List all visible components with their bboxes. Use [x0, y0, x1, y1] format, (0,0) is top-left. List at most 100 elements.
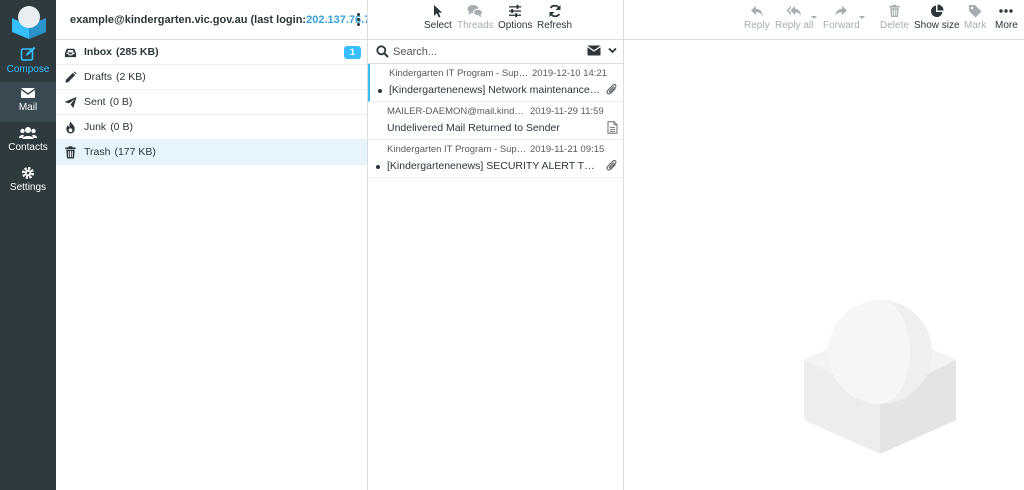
message-list-panel: Select Threads Options Refresh Search...…: [368, 0, 624, 490]
show-size-button[interactable]: Show size: [914, 4, 960, 31]
settings-button[interactable]: Settings: [0, 162, 56, 202]
mail-label: Mail: [18, 102, 38, 113]
unread-badge: 1: [343, 46, 361, 59]
account-menu-icon[interactable]: [355, 13, 361, 27]
comments-icon: [467, 5, 484, 18]
paperclip-icon: [606, 159, 617, 171]
sliders-icon: [509, 4, 522, 18]
list-toolbar: Select Threads Options Refresh: [368, 0, 623, 40]
reply-button[interactable]: Reply: [744, 4, 770, 31]
folder-junk[interactable]: Junk (0 B): [56, 115, 367, 140]
folder-name: Sent: [84, 96, 106, 108]
unread-dot: [378, 89, 382, 93]
ellipsis-icon: [999, 9, 1014, 13]
message-from: Kindergarten IT Program - Suppor...: [387, 144, 527, 155]
delete-button[interactable]: Delete: [880, 4, 909, 31]
search-bar: [368, 40, 623, 64]
forward-icon: [835, 6, 848, 16]
mark-label: Mark: [964, 20, 987, 31]
paperclip-icon: [606, 83, 617, 95]
folder-name: Drafts: [84, 71, 113, 83]
tag-icon: [969, 5, 982, 18]
search-input[interactable]: [393, 45, 563, 58]
contacts-button[interactable]: Contacts: [0, 122, 56, 162]
contacts-label: Contacts: [8, 142, 48, 153]
message-subject: Undelivered Mail Returned to Sender: [387, 122, 560, 134]
folder-size: (177 KB): [114, 146, 156, 158]
pie-chart-icon: [930, 4, 944, 18]
folder-size: (0 B): [109, 96, 133, 108]
inbox-icon: [64, 48, 77, 57]
folder-name: Trash: [84, 146, 111, 158]
folder-drafts[interactable]: Drafts (2 KB): [56, 65, 367, 90]
compose-button[interactable]: Compose: [0, 42, 56, 82]
settings-label: Settings: [9, 182, 47, 193]
message-row[interactable]: MAILER-DAEMON@mail.kindergar... 2019-11-…: [368, 102, 623, 140]
refresh-label: Refresh: [537, 20, 573, 31]
folder-panel: example@kindergarten.vic.gov.au (last lo…: [56, 0, 368, 490]
message-toolbar: Reply Reply all Forward Delete Show size…: [624, 0, 1024, 40]
more-label: More: [995, 20, 1018, 31]
message-subject: [Kindergartenenews] Network maintenance …: [389, 84, 601, 96]
account-email: example@kindergarten.vic.gov.au (last lo…: [70, 13, 307, 26]
document-icon: [607, 121, 618, 134]
options-label: Options: [498, 20, 533, 31]
reply-all-icon: [786, 6, 802, 16]
forward-button[interactable]: Forward: [823, 4, 860, 31]
folder-size: (0 B): [110, 121, 133, 133]
trash-icon: [889, 4, 900, 18]
reply-icon: [750, 6, 763, 16]
refresh-icon: [549, 4, 560, 18]
message-from: MAILER-DAEMON@mail.kindergar...: [387, 106, 527, 117]
pencil-icon: [65, 70, 77, 83]
message-date: 2019-12-10 14:21: [532, 68, 608, 79]
folder-name: Junk: [84, 121, 107, 133]
folder-inbox[interactable]: Inbox (285 KB) 1: [56, 40, 367, 65]
mark-button[interactable]: Mark: [964, 4, 986, 31]
message-row[interactable]: Kindergarten IT Program - Suppor... 2019…: [368, 64, 623, 102]
taskbar: Compose Mail Contacts Settings: [0, 0, 56, 490]
cursor-icon: [433, 5, 443, 18]
compose-icon: [20, 46, 36, 61]
options-button[interactable]: Options: [498, 4, 532, 31]
search-icon: [376, 45, 389, 58]
mail-button[interactable]: Mail: [0, 82, 56, 122]
folder-size: (285 KB): [116, 46, 159, 58]
folder-size: (2 KB): [116, 71, 146, 83]
reply-all-label: Reply all: [775, 20, 814, 31]
fire-icon: [66, 120, 75, 134]
roundcube-logo: [12, 6, 46, 39]
envelope-filter-icon[interactable]: [587, 45, 601, 56]
message-date: 2019-11-21 09:15: [530, 144, 605, 155]
chevron-down-icon[interactable]: [608, 47, 617, 54]
message-from: Kindergarten IT Program - Suppor...: [389, 68, 529, 79]
compose-label: Compose: [6, 64, 50, 75]
envelope-icon: [20, 88, 36, 98]
reply-all-button[interactable]: Reply all: [775, 4, 813, 31]
unread-dot: [376, 165, 380, 169]
folder-name: Inbox: [84, 46, 112, 58]
reply-all-dropdown-icon[interactable]: [811, 16, 817, 19]
reply-label: Reply: [744, 20, 770, 31]
refresh-button[interactable]: Refresh: [537, 4, 572, 31]
forward-dropdown-icon[interactable]: [859, 16, 865, 19]
message-subject: [Kindergartenenews] SECURITY ALERT Thurs…: [387, 160, 599, 172]
threads-button[interactable]: Threads: [457, 4, 494, 31]
more-button[interactable]: More: [995, 4, 1018, 31]
delete-label: Delete: [880, 20, 909, 31]
show-size-label: Show size: [914, 20, 960, 31]
watermark-logo: [804, 300, 956, 454]
account-header: example@kindergarten.vic.gov.au (last lo…: [56, 0, 367, 40]
forward-label: Forward: [823, 20, 860, 31]
threads-label: Threads: [457, 20, 494, 31]
message-date: 2019-11-29 11:59: [530, 106, 604, 117]
message-content-panel: Reply Reply all Forward Delete Show size…: [624, 0, 1024, 490]
folder-trash[interactable]: Trash (177 KB): [56, 140, 367, 165]
folder-sent[interactable]: Sent (0 B): [56, 90, 367, 115]
contacts-icon: [19, 127, 37, 139]
trash-icon: [65, 145, 76, 159]
paper-plane-icon: [64, 96, 77, 108]
message-row[interactable]: Kindergarten IT Program - Suppor... 2019…: [368, 140, 623, 178]
gear-icon: [22, 167, 34, 179]
select-button[interactable]: Select: [424, 4, 452, 31]
